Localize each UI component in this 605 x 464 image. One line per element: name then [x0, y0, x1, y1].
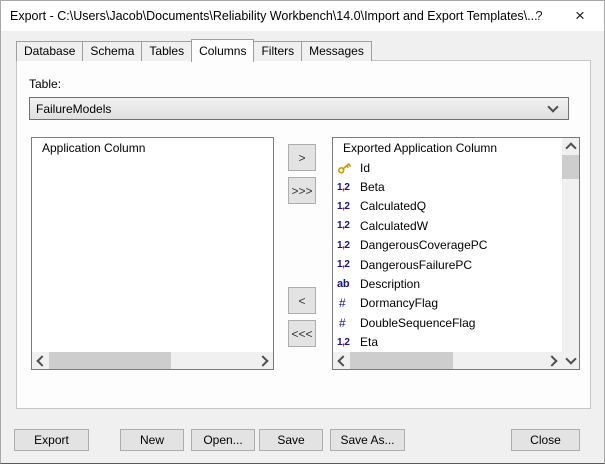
exported-column-header: Exported Application Column — [333, 138, 579, 158]
exported-columns-rows: Id1,2Beta1,2CalculatedQ1,2CalculatedW1,2… — [333, 158, 562, 352]
chevron-down-icon — [565, 353, 576, 364]
export-button[interactable]: Export — [14, 429, 89, 451]
column-label: Beta — [358, 180, 385, 194]
scroll-right-button[interactable] — [256, 352, 273, 369]
close-icon: × — [575, 6, 585, 26]
export-dialog: Export - C:\Users\Jacob\Documents\Reliab… — [0, 0, 605, 464]
key-icon — [333, 161, 358, 174]
column-row[interactable]: 1,2DangerousCoveragePC — [333, 236, 562, 255]
column-label: Id — [358, 161, 370, 175]
chevron-down-icon — [547, 101, 558, 112]
right-vertical-scrollbar[interactable] — [562, 138, 579, 369]
tab-messages[interactable]: Messages — [301, 41, 372, 61]
chevron-right-icon — [546, 355, 557, 366]
chevron-right-icon — [257, 355, 268, 366]
numeric-icon: 1,2 — [333, 201, 358, 212]
help-button[interactable]: ? — [522, 2, 556, 29]
column-row[interactable]: Id — [333, 158, 562, 177]
scroll-thumb[interactable] — [562, 155, 579, 179]
column-label: DoubleSequenceFlag — [358, 316, 475, 330]
left-horizontal-scrollbar[interactable] — [32, 352, 273, 369]
scroll-thumb[interactable] — [49, 352, 171, 369]
chevron-left-icon — [337, 355, 348, 366]
column-row[interactable]: #DoubleSequenceFlag — [333, 313, 562, 332]
columns-tab-page: Table: FailureModels Application Column … — [16, 60, 591, 409]
application-column-header: Application Column — [32, 138, 273, 158]
tab-columns[interactable]: Columns — [191, 39, 254, 62]
column-label: DormancyFlag — [358, 296, 438, 310]
open-button[interactable]: Open... — [191, 429, 255, 451]
new-button[interactable]: New — [120, 429, 184, 451]
chevron-left-icon — [36, 355, 47, 366]
tab-bar: DatabaseSchemaTablesColumnsFiltersMessag… — [16, 38, 371, 61]
window-title: Export - C:\Users\Jacob\Documents\Reliab… — [10, 9, 538, 23]
numeric-icon: 1,2 — [333, 337, 358, 348]
save-as-button[interactable]: Save As... — [330, 429, 405, 451]
table-combobox-value: FailureModels — [36, 102, 111, 116]
tab-filters[interactable]: Filters — [253, 41, 302, 61]
scroll-down-button[interactable] — [562, 352, 579, 369]
move-right-button[interactable]: > — [288, 144, 316, 171]
scroll-right-button[interactable] — [545, 352, 562, 369]
tab-tables[interactable]: Tables — [141, 41, 192, 61]
column-row[interactable]: 1,2CalculatedW — [333, 216, 562, 235]
table-label: Table: — [29, 77, 61, 91]
title-bar: Export - C:\Users\Jacob\Documents\Reliab… — [1, 1, 604, 31]
tab-database[interactable]: Database — [16, 41, 83, 61]
column-label: CalculatedW — [358, 219, 428, 233]
save-button[interactable]: Save — [259, 429, 323, 451]
column-label: Description — [358, 277, 420, 291]
chevron-up-icon — [565, 142, 576, 153]
move-all-right-button[interactable]: >>> — [288, 177, 316, 204]
column-row[interactable]: 1,2Eta — [333, 333, 562, 352]
column-label: Eta — [358, 335, 378, 349]
column-label: DangerousCoveragePC — [358, 238, 487, 252]
column-row[interactable]: 1,2CalculatedQ — [333, 197, 562, 216]
column-label: DangerousFailurePC — [358, 258, 472, 272]
hash-icon: # — [333, 296, 358, 310]
scroll-thumb[interactable] — [350, 352, 453, 369]
column-row[interactable]: abDescription — [333, 274, 562, 293]
right-horizontal-scrollbar[interactable] — [333, 352, 562, 369]
move-all-left-button[interactable]: <<< — [288, 320, 316, 347]
scroll-up-button[interactable] — [562, 138, 579, 155]
numeric-icon: 1,2 — [333, 259, 358, 270]
move-left-button[interactable]: < — [288, 287, 316, 314]
column-row[interactable]: #DormancyFlag — [333, 294, 562, 313]
close-button[interactable]: Close — [511, 429, 580, 451]
hash-icon: # — [333, 316, 358, 330]
tab-schema[interactable]: Schema — [82, 41, 142, 61]
numeric-icon: 1,2 — [333, 182, 358, 193]
numeric-icon: 1,2 — [333, 240, 358, 251]
application-column-list: Application Column — [31, 137, 274, 370]
table-combobox[interactable]: FailureModels — [29, 97, 569, 120]
help-icon: ? — [535, 8, 542, 23]
column-label: CalculatedQ — [358, 199, 426, 213]
scroll-left-button[interactable] — [32, 352, 49, 369]
numeric-icon: 1,2 — [333, 220, 358, 231]
exported-column-list: Exported Application Column Id1,2Beta1,2… — [332, 137, 580, 370]
text-icon: ab — [333, 278, 358, 290]
scroll-left-button[interactable] — [333, 352, 350, 369]
window-close-button[interactable]: × — [561, 2, 599, 29]
application-column-rows — [32, 158, 256, 352]
column-row[interactable]: 1,2Beta — [333, 177, 562, 196]
column-row[interactable]: 1,2DangerousFailurePC — [333, 255, 562, 274]
